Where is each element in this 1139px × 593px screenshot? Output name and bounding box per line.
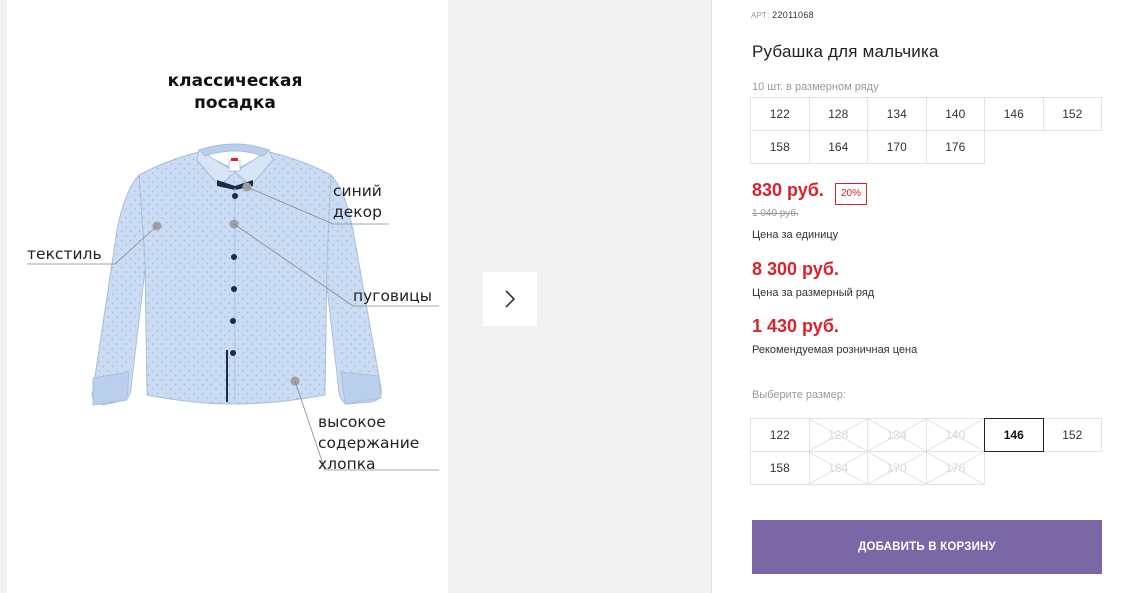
- size-range-cell: 146: [984, 97, 1044, 131]
- size-option-146[interactable]: 146: [984, 418, 1044, 452]
- size-range-cell: 170: [867, 130, 927, 164]
- size-option-152[interactable]: 152: [1042, 418, 1102, 452]
- size-option-140: 140: [925, 418, 985, 452]
- size-range-cell: 128: [808, 97, 868, 131]
- callout-buttons: пуговицы: [353, 287, 432, 305]
- size-option-158[interactable]: 158: [750, 451, 810, 485]
- article-value: 22011068: [772, 10, 814, 20]
- callout-cotton: высокое содержание хлопка: [318, 413, 420, 473]
- size-range-cell: 134: [867, 97, 927, 131]
- product-info: АРТ: 22011068 Рубашка для мальчика 10 шт…: [750, 0, 1139, 593]
- size-range-row: 158 164 170 176: [750, 130, 1107, 164]
- retail-price-label: Рекомендуемая розничная цена: [752, 344, 918, 356]
- size-option-128: 128: [808, 418, 868, 452]
- size-option-134: 134: [867, 418, 927, 452]
- size-count: 10 шт. в размерном ряду: [752, 81, 879, 93]
- size-selector-row: 122 128 134 140 146 152: [750, 418, 1107, 452]
- choose-size-label: Выберите размер:: [752, 389, 846, 401]
- range-price: 8 300 руб.: [752, 259, 839, 279]
- size-range-row: 122 128 134 140 146 152: [750, 97, 1107, 131]
- size-selector-row: 158 164 170 176: [750, 451, 1107, 485]
- size-range-grid: 122 128 134 140 146 152 158 164 170 176: [750, 97, 1107, 164]
- size-range-cell: 122: [750, 97, 810, 131]
- size-option-176: 176: [925, 451, 985, 485]
- article-number: АРТ: 22011068: [751, 10, 814, 20]
- unit-price: 830 руб.: [752, 180, 824, 200]
- size-option-164: 164: [808, 451, 868, 485]
- size-selector: 122 128 134 140 146 152 158 164 170 176: [750, 418, 1107, 485]
- product-title: Рубашка для мальчика: [752, 42, 939, 61]
- add-to-cart-button[interactable]: ДОБАВИТЬ В КОРЗИНУ: [752, 520, 1102, 574]
- size-range-cell: 176: [925, 130, 985, 164]
- range-price-label: Цена за размерный ряд: [752, 287, 875, 299]
- product-main-image[interactable]: классическая посадка синий декор текстил…: [7, 0, 448, 593]
- size-range-cell: 152: [1042, 97, 1102, 131]
- retail-price: 1 430 руб.: [752, 316, 839, 336]
- article-label: АРТ:: [751, 11, 770, 20]
- size-option-170: 170: [867, 451, 927, 485]
- fit-title: классическая посадка: [167, 71, 303, 113]
- old-price: 1 040 руб.: [752, 208, 799, 219]
- unit-price-label: Цена за единицу: [752, 229, 839, 241]
- size-range-cell: 158: [750, 130, 810, 164]
- next-image-button[interactable]: [483, 272, 537, 326]
- callout-decor: синий декор: [333, 182, 382, 221]
- callout-textile: текстиль: [27, 245, 102, 263]
- product-gallery: классическая посадка синий декор текстил…: [0, 0, 712, 593]
- size-range-cell: 164: [808, 130, 868, 164]
- size-range-cell: 140: [925, 97, 985, 131]
- gallery-divider: [711, 0, 712, 593]
- size-option-122[interactable]: 122: [750, 418, 810, 452]
- discount-badge: 20%: [835, 183, 868, 205]
- chevron-right-icon: [505, 290, 516, 308]
